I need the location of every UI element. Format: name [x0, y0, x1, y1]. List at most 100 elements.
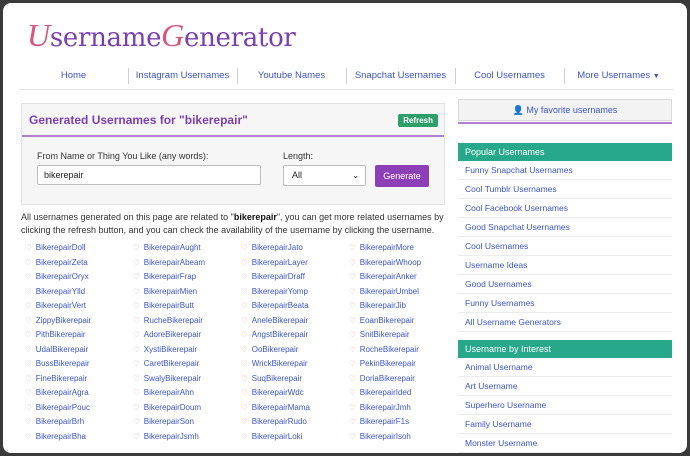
- username-item[interactable]: ♡ BikerepairVert: [25, 301, 86, 310]
- username-item[interactable]: ♡ BikerepairAgra: [25, 388, 89, 397]
- heart-icon[interactable]: ♡: [25, 388, 32, 397]
- heart-icon[interactable]: ♡: [25, 316, 32, 325]
- heart-icon[interactable]: ♡: [25, 301, 32, 310]
- username-item[interactable]: ♡ BikerepairAnker: [349, 272, 417, 281]
- heart-icon[interactable]: ♡: [25, 258, 32, 267]
- heart-icon[interactable]: ♡: [25, 403, 32, 412]
- heart-icon[interactable]: ♡: [133, 345, 140, 354]
- username-item[interactable]: ♡ BikerepairMien: [133, 287, 197, 296]
- sidebar-link[interactable]: Funny Usernames: [458, 294, 672, 313]
- heart-icon[interactable]: ♡: [133, 301, 140, 310]
- sidebar-link[interactable]: Superhero Username: [458, 396, 672, 415]
- length-select[interactable]: All ⌄: [283, 165, 366, 186]
- heart-icon[interactable]: ♡: [349, 287, 356, 296]
- username-item[interactable]: ♡ BikerepairAught: [133, 243, 201, 252]
- heart-icon[interactable]: ♡: [241, 345, 248, 354]
- username-item[interactable]: ♡ RocheBikerepair: [349, 345, 419, 354]
- nav-instagram-usernames[interactable]: Instagram Usernames: [128, 67, 237, 84]
- heart-icon[interactable]: ♡: [25, 432, 32, 441]
- username-item[interactable]: ♡ BikerepairMore: [349, 243, 414, 252]
- username-item[interactable]: ♡ BikerepairWhoop: [349, 258, 421, 267]
- sidebar-link[interactable]: Art Username: [458, 377, 672, 396]
- nav-home[interactable]: Home: [19, 70, 128, 81]
- heart-icon[interactable]: ♡: [25, 330, 32, 339]
- username-item[interactable]: ♡ BikerepairUmbel: [349, 287, 419, 296]
- heart-icon[interactable]: ♡: [25, 345, 32, 354]
- username-item[interactable]: ♡ BikerepairButt: [133, 301, 194, 310]
- generate-button[interactable]: Generate: [375, 165, 429, 187]
- heart-icon[interactable]: ♡: [133, 374, 140, 383]
- heart-icon[interactable]: ♡: [25, 272, 32, 281]
- heart-icon[interactable]: ♡: [25, 417, 32, 426]
- username-item[interactable]: ♡ SwalyBikerepair: [133, 374, 201, 383]
- username-item[interactable]: ♡ PekinBikerepair: [349, 359, 416, 368]
- username-item[interactable]: ♡ BikerepairDoum: [133, 403, 201, 412]
- username-item[interactable]: ♡ BikerepairJib: [349, 301, 406, 310]
- username-item[interactable]: ♡ BikerepairAhn: [133, 388, 194, 397]
- heart-icon[interactable]: ♡: [241, 272, 248, 281]
- sidebar-link[interactable]: Cool Usernames: [458, 237, 672, 256]
- heart-icon[interactable]: ♡: [349, 316, 356, 325]
- heart-icon[interactable]: ♡: [349, 403, 356, 412]
- heart-icon[interactable]: ♡: [349, 374, 356, 383]
- sidebar-link[interactable]: Monster Username: [458, 434, 672, 453]
- favorites-button[interactable]: 👤 My favorite usernames: [458, 99, 672, 121]
- heart-icon[interactable]: ♡: [25, 359, 32, 368]
- heart-icon[interactable]: ♡: [133, 287, 140, 296]
- username-item[interactable]: ♡ BikerepairF1s: [349, 417, 409, 426]
- sidebar-link[interactable]: Funny Snapchat Usernames: [458, 161, 672, 180]
- username-item[interactable]: ♡ WrickBikerepair: [241, 359, 308, 368]
- refresh-button[interactable]: Refresh: [398, 114, 438, 127]
- heart-icon[interactable]: ♡: [241, 374, 248, 383]
- heart-icon[interactable]: ♡: [133, 388, 140, 397]
- heart-icon[interactable]: ♡: [349, 432, 356, 441]
- username-item[interactable]: ♡ BikerepairDoll: [25, 243, 86, 252]
- sidebar-link[interactable]: Good Usernames: [458, 275, 672, 294]
- heart-icon[interactable]: ♡: [349, 359, 356, 368]
- username-item[interactable]: ♡ RucheBikerepair: [133, 316, 203, 325]
- username-item[interactable]: ♡ BikerepairZeta: [25, 258, 88, 267]
- site-logo[interactable]: UsernameGenerator: [27, 17, 296, 54]
- heart-icon[interactable]: ♡: [241, 417, 248, 426]
- username-item[interactable]: ♡ AngstBikerepair: [241, 330, 308, 339]
- heart-icon[interactable]: ♡: [133, 272, 140, 281]
- heart-icon[interactable]: ♡: [241, 243, 248, 252]
- nav-youtube-names[interactable]: Youtube Names: [237, 67, 346, 84]
- heart-icon[interactable]: ♡: [133, 432, 140, 441]
- username-item[interactable]: ♡ BikerepairBrh: [25, 417, 84, 426]
- heart-icon[interactable]: ♡: [349, 417, 356, 426]
- heart-icon[interactable]: ♡: [349, 345, 356, 354]
- sidebar-link[interactable]: Cool Facebook Usernames: [458, 199, 672, 218]
- heart-icon[interactable]: ♡: [349, 301, 356, 310]
- username-item[interactable]: ♡ BikerepairSon: [133, 417, 194, 426]
- heart-icon[interactable]: ♡: [133, 403, 140, 412]
- heart-icon[interactable]: ♡: [133, 417, 140, 426]
- username-item[interactable]: ♡ BikerepairIsoh: [349, 432, 411, 441]
- username-item[interactable]: ♡ BikerepairWdc: [241, 388, 304, 397]
- username-item[interactable]: ♡ BikerepairOryx: [25, 272, 89, 281]
- heart-icon[interactable]: ♡: [133, 316, 140, 325]
- sidebar-link[interactable]: Animal Username: [458, 358, 672, 377]
- heart-icon[interactable]: ♡: [349, 272, 356, 281]
- username-item[interactable]: ♡ BikerepairIded: [349, 388, 411, 397]
- username-item[interactable]: ♡ BikerepairFrap: [133, 272, 196, 281]
- heart-icon[interactable]: ♡: [133, 330, 140, 339]
- sidebar-link[interactable]: Username Ideas: [458, 256, 672, 275]
- username-item[interactable]: ♡ BikerepairLoki: [241, 432, 302, 441]
- username-item[interactable]: ♡ EoanBikerepair: [349, 316, 414, 325]
- username-item[interactable]: ♡ PithBikerepair: [25, 330, 86, 339]
- heart-icon[interactable]: ♡: [25, 287, 32, 296]
- heart-icon[interactable]: ♡: [241, 388, 248, 397]
- sidebar-link[interactable]: Good Snapchat Usernames: [458, 218, 672, 237]
- username-item[interactable]: ♡ BikerepairBha: [25, 432, 86, 441]
- heart-icon[interactable]: ♡: [133, 359, 140, 368]
- heart-icon[interactable]: ♡: [241, 432, 248, 441]
- heart-icon[interactable]: ♡: [349, 388, 356, 397]
- username-item[interactable]: ♡ BikerepairPouc: [25, 403, 90, 412]
- nav-more-usernames[interactable]: More Usernames ▼: [564, 67, 673, 84]
- heart-icon[interactable]: ♡: [25, 243, 32, 252]
- sidebar-link[interactable]: Family Username: [458, 415, 672, 434]
- heart-icon[interactable]: ♡: [241, 287, 248, 296]
- username-item[interactable]: ♡ BikerepairRudo: [241, 417, 307, 426]
- username-item[interactable]: ♡ OoBikerepair: [241, 345, 298, 354]
